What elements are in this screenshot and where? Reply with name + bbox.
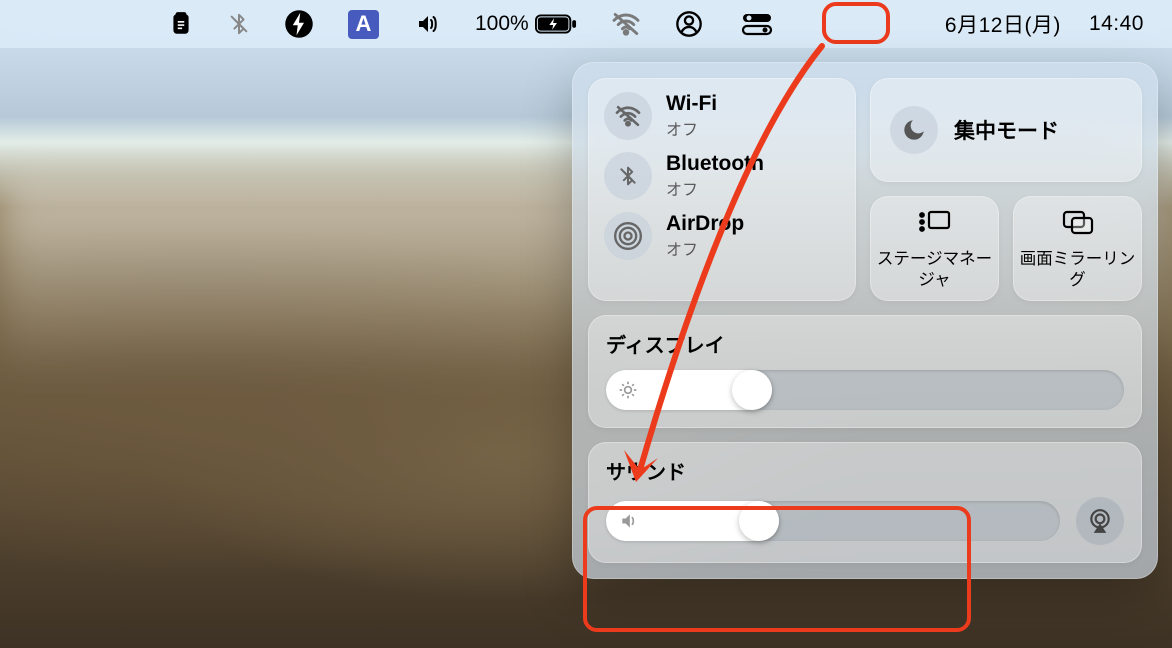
bluetooth-icon [604, 152, 652, 200]
menubar-left-group: A 100% [168, 9, 777, 39]
bluetooth-off-icon[interactable] [228, 9, 250, 39]
screen-mirroring-button[interactable]: 画面ミラーリング [1013, 196, 1142, 300]
bluetooth-title: Bluetooth [666, 152, 764, 176]
stage-manager-icon [917, 208, 953, 241]
clipboard-icon[interactable] [168, 10, 194, 38]
bolt-icon[interactable] [284, 9, 314, 39]
control-center-panel: Wi-Fi オフ Bluetooth オフ AirDrop [572, 62, 1158, 579]
stage-manager-button[interactable]: ステージマネージャ [870, 196, 999, 300]
focus-mode-toggle[interactable]: 集中モード [870, 78, 1142, 182]
airdrop-icon [604, 212, 652, 260]
airdrop-toggle[interactable]: AirDrop オフ [604, 212, 840, 260]
brightness-icon [618, 380, 638, 400]
bluetooth-toggle[interactable]: Bluetooth オフ [604, 152, 840, 200]
network-tile: Wi-Fi オフ Bluetooth オフ AirDrop [588, 78, 856, 301]
wifi-toggle[interactable]: Wi-Fi オフ [604, 92, 840, 140]
wifi-off-icon[interactable] [611, 12, 641, 36]
battery-percent-label: 100% [475, 12, 529, 36]
wifi-icon [604, 92, 652, 140]
sound-section: サウンド [588, 442, 1142, 563]
bluetooth-status: オフ [666, 176, 764, 200]
airplay-audio-button[interactable] [1076, 497, 1124, 545]
menubar: A 100% 6月12日(月) 14:40 [0, 0, 1172, 48]
menubar-date[interactable]: 6月12日(月) [945, 9, 1061, 39]
screen-mirroring-label: 画面ミラーリング [1019, 249, 1136, 290]
sound-title: サウンド [606, 456, 1124, 485]
wifi-status: オフ [666, 116, 717, 140]
volume-icon[interactable] [413, 12, 441, 36]
screen-mirroring-icon [1060, 208, 1096, 241]
sound-volume-slider[interactable] [606, 501, 1060, 541]
airdrop-title: AirDrop [666, 212, 744, 236]
moon-icon [890, 106, 938, 154]
airdrop-status: オフ [666, 236, 744, 260]
focus-title: 集中モード [954, 115, 1059, 145]
stage-manager-label: ステージマネージャ [876, 249, 993, 290]
control-center-icon[interactable] [737, 10, 777, 38]
airplay-icon [1087, 508, 1113, 534]
speaker-icon [618, 511, 640, 531]
display-title: ディスプレイ [606, 329, 1124, 358]
menubar-time[interactable]: 14:40 [1089, 12, 1144, 36]
display-brightness-slider[interactable] [606, 370, 1124, 410]
wifi-title: Wi-Fi [666, 92, 717, 116]
battery-charging-icon [535, 13, 577, 35]
display-section: ディスプレイ [588, 315, 1142, 428]
input-source-indicator[interactable]: A [348, 10, 379, 39]
battery-status[interactable]: 100% [475, 12, 577, 36]
user-icon[interactable] [675, 10, 703, 38]
